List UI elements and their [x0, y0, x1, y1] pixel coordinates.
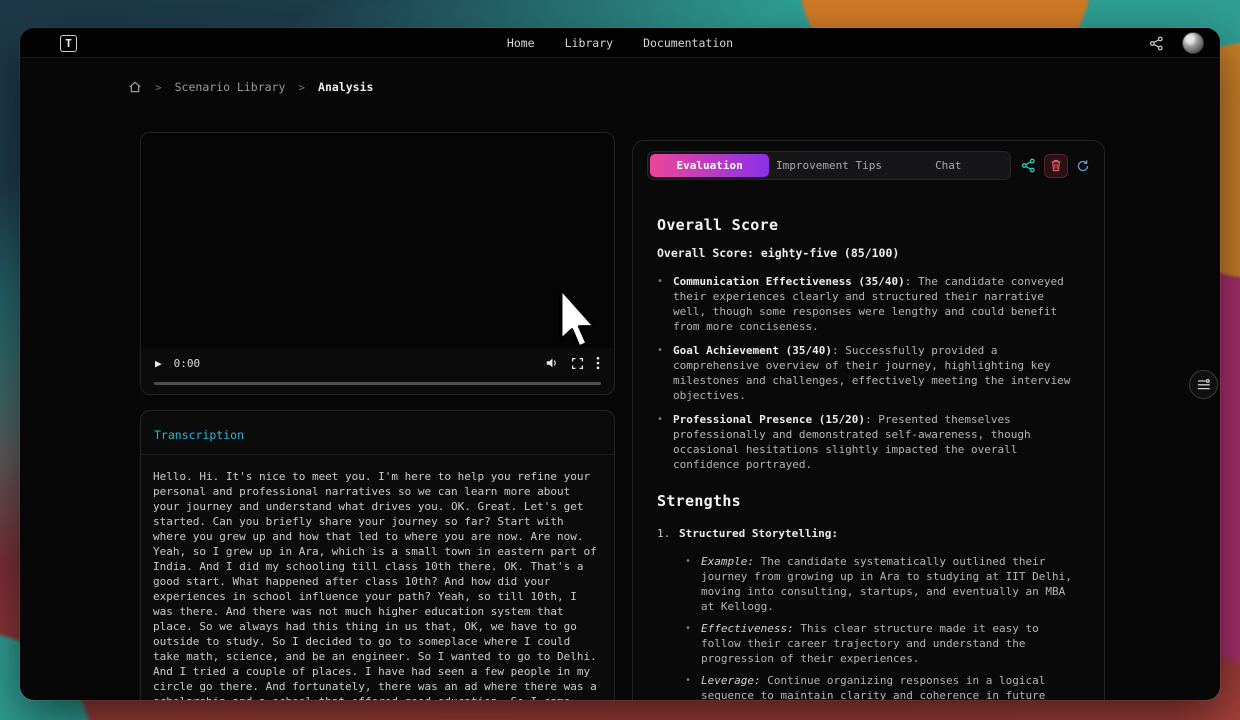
strength-item: 1. Structured Storytelling: [657, 526, 1080, 541]
transcription-card: Transcription Hello. Hi. It's nice to me… [140, 410, 615, 700]
strength-bullet-list: • Example: The candidate systematically … [657, 554, 1080, 700]
nav-item-home[interactable]: Home [507, 36, 535, 50]
breadcrumb-separator: > [298, 81, 305, 94]
nav-item-library[interactable]: Library [565, 36, 613, 50]
analysis-panel: Evaluation Improvement Tips Chat [632, 140, 1105, 700]
tab-chat[interactable]: Chat [889, 154, 1008, 177]
bullet-dot: • [657, 274, 673, 334]
tab-evaluation[interactable]: Evaluation [650, 154, 769, 177]
refresh-icon[interactable] [1076, 159, 1090, 173]
bullet-term: Professional Presence (15/20) [673, 413, 865, 426]
bullet-dot: • [685, 554, 701, 614]
bullet-term: Leverage: [701, 674, 761, 687]
analysis-panel-header: Evaluation Improvement Tips Chat [633, 141, 1104, 188]
volume-icon[interactable] [545, 356, 559, 370]
fullscreen-icon[interactable] [571, 357, 584, 370]
play-icon[interactable]: ▶ [155, 357, 162, 370]
breadcrumb-scenario-library[interactable]: Scenario Library [175, 80, 286, 94]
app-window: T Home Library Documentation > Scenario … [20, 28, 1220, 700]
bullet-term: Effectiveness: [701, 622, 794, 635]
list-item: • Leverage: Continue organizing response… [685, 673, 1080, 700]
bullet-term: Example: [701, 555, 754, 568]
overall-score-heading: Overall Score [657, 216, 1080, 234]
analysis-tabbar: Evaluation Improvement Tips Chat [647, 151, 1011, 180]
breadcrumb: > Scenario Library > Analysis [128, 80, 373, 94]
video-current-time: 0:00 [174, 357, 201, 370]
tab-improvement-tips[interactable]: Improvement Tips [769, 154, 888, 177]
user-avatar[interactable] [1182, 32, 1204, 54]
video-progress-bar[interactable] [154, 382, 601, 385]
strengths-heading: Strengths [657, 492, 1080, 510]
bullet-dot: • [657, 343, 673, 403]
breadcrumb-separator: > [155, 81, 162, 94]
share-icon[interactable] [1021, 158, 1036, 173]
transcription-header: Transcription [141, 411, 614, 455]
video-display[interactable] [141, 133, 614, 348]
overall-score-value: Overall Score: eighty-five (85/100) [657, 246, 1080, 260]
filter-lines-icon[interactable] [1189, 370, 1218, 399]
more-options-icon[interactable] [596, 356, 600, 370]
bullet-dot: • [657, 412, 673, 472]
video-player-card: ▶ 0:00 [140, 132, 615, 395]
top-navigation-bar: T Home Library Documentation [20, 28, 1220, 58]
breadcrumb-analysis: Analysis [318, 80, 373, 94]
score-bullet-list: • Communication Effectiveness (35/40): T… [657, 274, 1080, 472]
main-nav: Home Library Documentation [507, 36, 733, 50]
list-item: • Professional Presence (15/20): Present… [657, 412, 1080, 472]
list-item: • Communication Effectiveness (35/40): T… [657, 274, 1080, 334]
list-item: • Goal Achievement (35/40): Successfully… [657, 343, 1080, 403]
bullet-dot: • [685, 621, 701, 666]
bullet-dot: • [685, 673, 701, 700]
list-item: • Example: The candidate systematically … [685, 554, 1080, 614]
strength-title: Structured Storytelling: [679, 526, 838, 541]
bullet-text: The candidate systematically outlined th… [701, 555, 1072, 613]
analysis-actions [1021, 154, 1090, 178]
home-icon[interactable] [128, 80, 142, 94]
topbar-right [1149, 28, 1204, 58]
app-logo[interactable]: T [60, 35, 77, 52]
list-item: • Effectiveness: This clear structure ma… [685, 621, 1080, 666]
strength-number: 1. [657, 526, 679, 541]
share-icon[interactable] [1149, 36, 1164, 51]
delete-icon[interactable] [1044, 154, 1068, 178]
bullet-term: Goal Achievement (35/40) [673, 344, 832, 357]
transcription-text: Hello. Hi. It's nice to meet you. I'm he… [141, 455, 614, 700]
bullet-term: Communication Effectiveness (35/40) [673, 275, 905, 288]
evaluation-content: Overall Score Overall Score: eighty-five… [633, 188, 1104, 700]
transcription-title: Transcription [154, 428, 244, 442]
nav-item-documentation[interactable]: Documentation [643, 36, 733, 50]
video-controls: ▶ 0:00 [141, 348, 614, 378]
